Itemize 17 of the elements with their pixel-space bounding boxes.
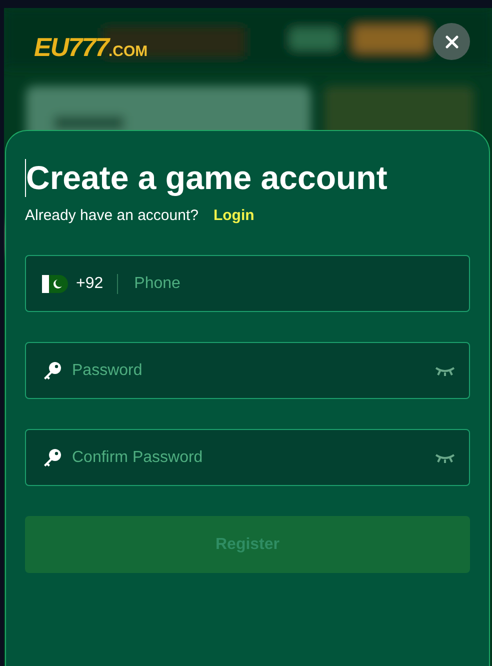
prompt-text: Already have an account? — [25, 206, 198, 226]
eye-closed-icon[interactable] — [435, 364, 455, 377]
password-input[interactable]: Password — [70, 358, 427, 384]
phone-input[interactable]: Phone — [132, 270, 455, 297]
password-field[interactable]: Confirm Password — [25, 429, 470, 486]
login-link[interactable]: Login — [213, 204, 254, 228]
close-icon — [444, 34, 458, 48]
flag-icon — [42, 274, 68, 293]
password-input[interactable]: Confirm Password — [70, 444, 427, 471]
key-icon — [42, 448, 62, 468]
eye-closed-icon[interactable] — [435, 452, 455, 464]
key-icon — [42, 360, 62, 381]
logo: EU777.COM — [34, 31, 148, 64]
modal-title: Create a game account — [25, 159, 470, 197]
country-code: +92 — [76, 274, 104, 294]
phone-field[interactable]: +92 Phone — [25, 255, 470, 312]
password-field[interactable]: Password — [25, 342, 470, 400]
